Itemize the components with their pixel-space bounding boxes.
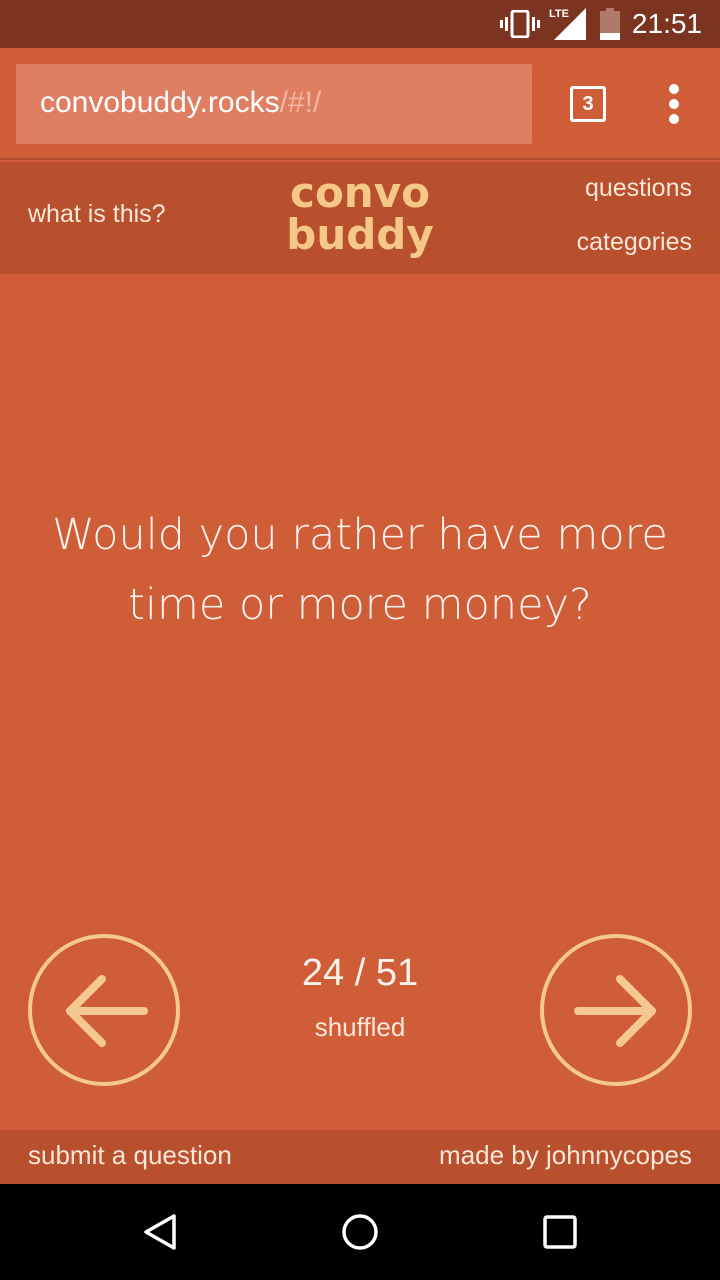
app-header: what is this? convo buddy questions cate…	[0, 162, 720, 274]
question-counter: 24 / 51	[301, 952, 419, 994]
address-bar[interactable]: convobuddy.rocks/#!/	[16, 64, 532, 144]
status-bar: LTE 21:51	[0, 0, 720, 48]
arrow-left-icon	[66, 975, 148, 1047]
tab-switcher-button[interactable]: 3	[570, 86, 606, 122]
order-mode: shuffled	[314, 1012, 406, 1042]
back-icon[interactable]	[140, 1212, 180, 1252]
logo[interactable]: convo buddy	[260, 172, 460, 256]
clock: 21:51	[631, 8, 702, 39]
what-is-this-link[interactable]: what is this?	[28, 200, 166, 229]
categories-link[interactable]: categories	[577, 228, 692, 257]
overflow-menu-icon[interactable]	[660, 84, 688, 124]
vibrate-icon	[500, 10, 540, 38]
logo-line-1: convo	[290, 168, 430, 217]
system-nav-bar	[0, 1184, 720, 1280]
url-host: convobuddy.rocks	[40, 86, 280, 119]
question-text: Would you rather have more time or more …	[52, 510, 668, 630]
battery-icon	[600, 8, 620, 40]
previous-button[interactable]	[28, 934, 180, 1086]
footer: submit a question made by johnnycopes	[0, 1130, 720, 1184]
arrow-right-icon	[574, 975, 656, 1047]
questions-link[interactable]: questions	[585, 174, 692, 203]
recents-icon[interactable]	[540, 1212, 580, 1252]
credit-link[interactable]: made by johnnycopes	[439, 1140, 692, 1171]
browser-toolbar: convobuddy.rocks/#!/ 3	[0, 48, 720, 160]
url-text[interactable]: convobuddy.rocks/#!/	[40, 86, 321, 120]
next-button[interactable]	[540, 934, 692, 1086]
url-path: /#!/	[279, 86, 322, 119]
network-type: LTE	[549, 8, 569, 20]
home-icon[interactable]	[340, 1212, 380, 1252]
submit-question-link[interactable]: submit a question	[28, 1140, 232, 1171]
logo-line-2: buddy	[286, 210, 434, 259]
